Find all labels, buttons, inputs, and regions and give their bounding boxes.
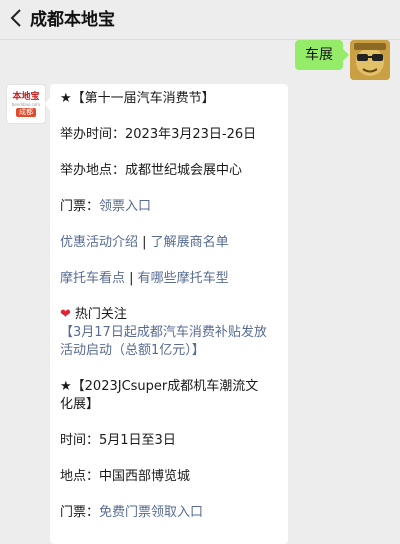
moto-models-link[interactable]: 有哪些摩托车型 — [138, 271, 229, 286]
event2-ticket-line: 门票：免费门票领取入口 — [60, 504, 278, 522]
event1-ticket-line: 门票：领票入口 — [60, 198, 278, 216]
chevron-left-icon — [10, 9, 21, 27]
heart-icon: ❤ — [60, 307, 71, 322]
incoming-message-bubble: ★【第十一届汽车消费节】 举办时间：2023年3月23日-26日 举办地点：成都… — [44, 84, 288, 544]
event2-place: 地点：中国西部博览城 — [60, 469, 191, 484]
event1-title: ★【第十一届汽车消费节】 — [60, 91, 215, 106]
event1-place: 举办地点：成都世纪城会展中心 — [60, 163, 243, 178]
back-button[interactable] — [4, 4, 28, 32]
avatar-logo-subtext: bendibao.com — [11, 101, 41, 107]
avatar-logo-city: 成都 — [16, 107, 36, 117]
exhibitor-link[interactable]: 了解展商名单 — [151, 235, 229, 250]
hot-topic-label: 热门关注 — [74, 307, 127, 322]
user-avatar[interactable] — [350, 40, 390, 80]
official-account-avatar[interactable]: 本地宝 bendibao.com 成都 — [6, 84, 46, 124]
subsidy-link-line2[interactable]: 活动启动（总额1亿元）】 — [60, 342, 278, 360]
ticket-label: 门票： — [60, 199, 100, 214]
separator: | — [125, 271, 138, 286]
free-ticket-link[interactable]: 免费门票领取入口 — [99, 505, 203, 520]
meme-avatar-icon — [350, 40, 390, 80]
hot-topic-heading: ❤ 热门关注 — [60, 306, 278, 324]
ticket-link[interactable]: 领票入口 — [99, 199, 151, 214]
event1-time: 举办时间：2023年3月23日-26日 — [60, 127, 257, 142]
chat-header: 成都本地宝 — [0, 0, 400, 40]
chat-title: 成都本地宝 — [30, 10, 115, 30]
avatar-logo-text: 本地宝 — [12, 91, 40, 102]
separator: | — [138, 235, 151, 250]
ticket-label: 门票： — [60, 505, 100, 520]
event1-promo-line: 优惠活动介绍 | 了解展商名单 — [60, 234, 278, 252]
subsidy-link-line1[interactable]: 【3月17日起成都汽车消费补贴发放 — [60, 324, 278, 342]
subsidy-link[interactable]: 【3月17日起成都汽车消费补贴发放 活动启动（总额1亿元）】 — [60, 324, 278, 360]
event2-title-line2: 化展】 — [60, 397, 100, 412]
event1-moto-line: 摩托车看点 | 有哪些摩托车型 — [60, 270, 278, 288]
event2-time: 时间：5月1日至3日 — [60, 433, 176, 448]
moto-highlights-link[interactable]: 摩托车看点 — [60, 271, 125, 286]
event2-title-line1: ★【2023JCsuper成都机车潮流文 — [60, 379, 259, 394]
promo-link[interactable]: 优惠活动介绍 — [60, 235, 138, 250]
outgoing-message-bubble[interactable]: 车展 — [295, 40, 349, 70]
